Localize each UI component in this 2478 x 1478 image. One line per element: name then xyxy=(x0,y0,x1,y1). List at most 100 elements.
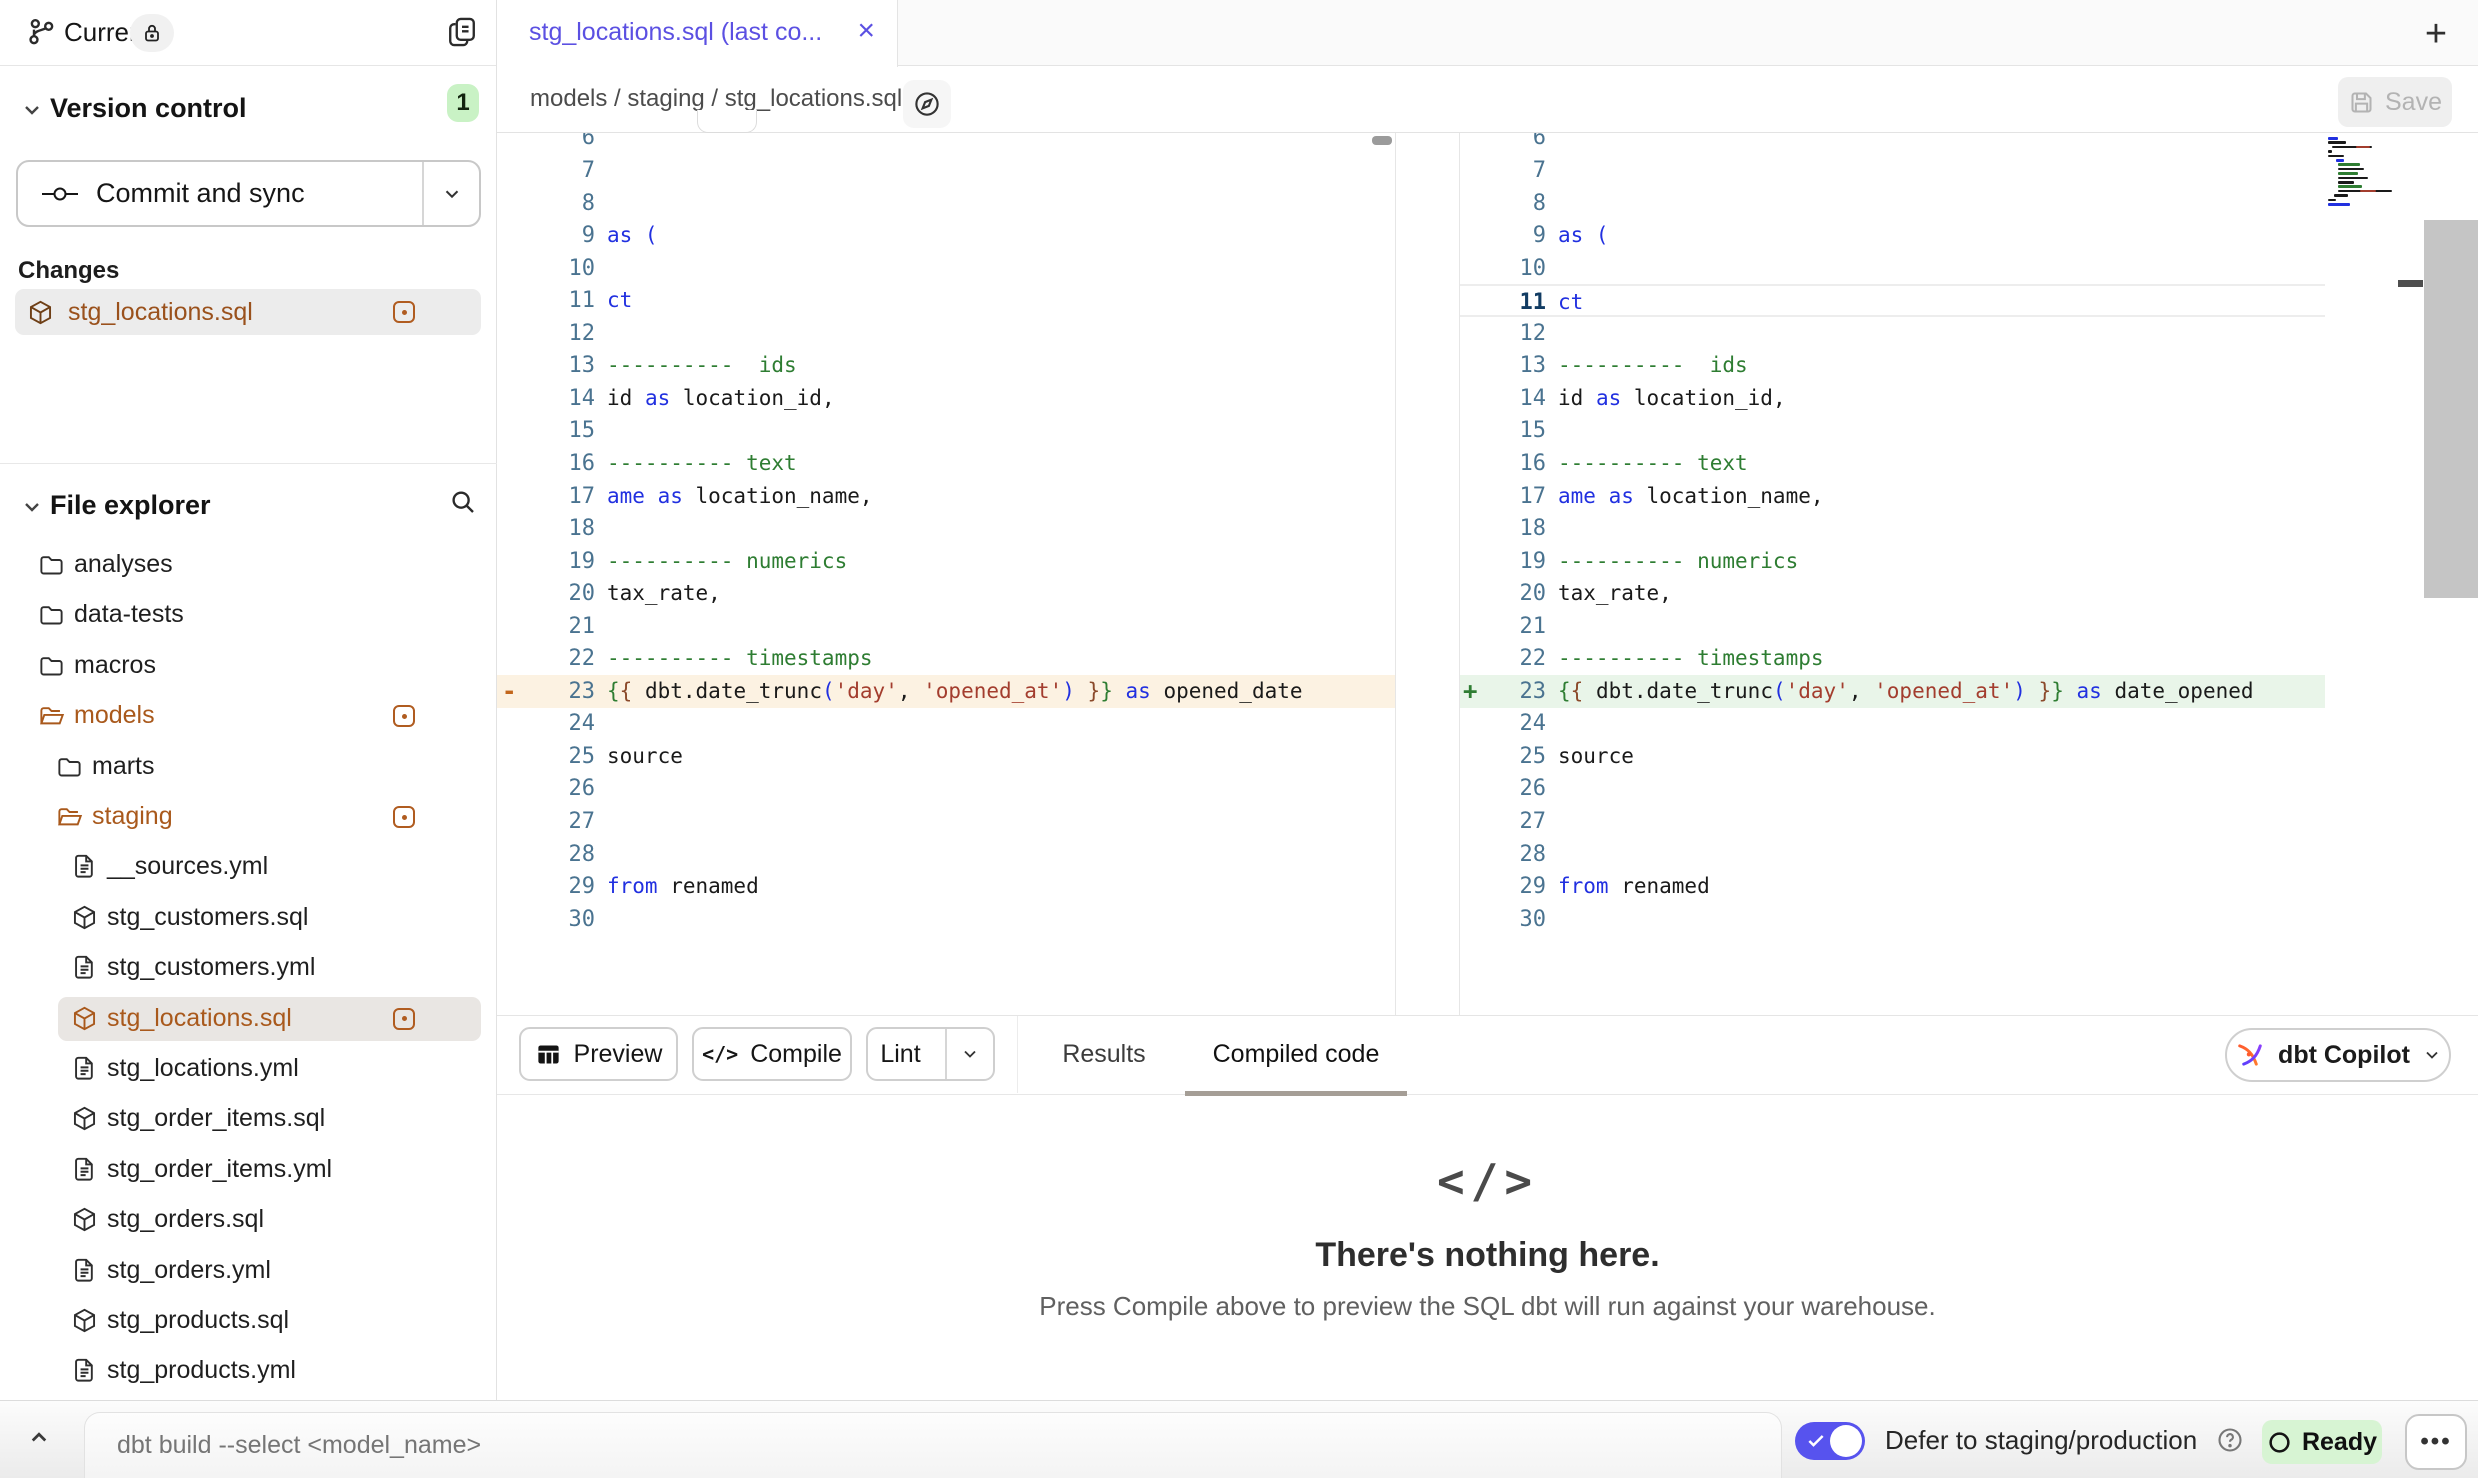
code-line-22[interactable]: 22---------- timestamps xyxy=(497,642,1395,675)
code-line-13[interactable]: 13---------- ids xyxy=(497,349,1395,382)
code-line-28[interactable]: 28 xyxy=(497,838,1395,871)
tab-stg-locations[interactable]: stg_locations.sql (last co... × xyxy=(497,0,898,67)
file-tree-item-stg_customers.sql[interactable]: stg_customers.sql xyxy=(0,893,497,943)
diff-pane-modified[interactable]: 6789as (1011ct1213---------- ids14id as … xyxy=(1459,133,2325,1015)
file-tree-item-stg_orders.sql[interactable]: stg_orders.sql xyxy=(0,1195,497,1245)
code-line-8[interactable]: 8 xyxy=(497,187,1395,220)
code-line-11[interactable]: 11ct xyxy=(1460,284,2325,317)
lint-button[interactable]: Lint xyxy=(866,1027,995,1081)
preview-button[interactable]: Preview xyxy=(519,1027,678,1081)
file-tree-item-stg_locations.sql[interactable]: stg_locations.sql xyxy=(0,994,497,1044)
file-tree-item-stg_products.yml[interactable]: stg_products.yml xyxy=(0,1346,497,1396)
ide-status-badge[interactable]: Ready xyxy=(2262,1420,2382,1464)
file-tree-item-stg_order_items.sql[interactable]: stg_order_items.sql xyxy=(0,1094,497,1144)
code-line-15[interactable]: 15 xyxy=(497,414,1395,447)
editor-drag-handle[interactable] xyxy=(697,110,757,133)
code-line-26[interactable]: 26 xyxy=(1460,772,2325,805)
chevron-down-icon[interactable] xyxy=(20,98,44,122)
code-line-25[interactable]: 25source xyxy=(1460,740,2325,773)
copy-documents-icon[interactable] xyxy=(445,15,479,49)
code-line-9[interactable]: 9as ( xyxy=(1460,219,2325,252)
file-tree-item-__sources.yml[interactable]: __sources.yml xyxy=(0,842,497,892)
editor-scrollbar-thumb[interactable] xyxy=(2424,220,2478,598)
code-line-11[interactable]: 11ct xyxy=(497,284,1395,317)
commit-options-dropdown[interactable] xyxy=(422,162,479,225)
pane-scrollbar-thumb[interactable] xyxy=(2398,280,2423,287)
code-line-24[interactable]: 24 xyxy=(1460,707,2325,740)
code-line-23[interactable]: -23{{ dbt.date_trunc('day', 'opened_at')… xyxy=(497,675,1395,708)
file-tree-item-stg_products.sql[interactable]: stg_products.sql xyxy=(0,1296,497,1346)
code-diff-editor[interactable]: 6789as (1011ct1213---------- ids14id as … xyxy=(497,133,2478,1015)
file-tree-item-macros[interactable]: macros xyxy=(0,641,497,691)
file-tree-item-stg_customers.yml[interactable]: stg_customers.yml xyxy=(0,943,497,993)
code-line-15[interactable]: 15 xyxy=(1460,414,2325,447)
code-line-27[interactable]: 27 xyxy=(497,805,1395,838)
code-line-10[interactable]: 10 xyxy=(497,252,1395,285)
file-explorer-title[interactable]: File explorer xyxy=(50,490,211,521)
defer-toggle[interactable] xyxy=(1795,1422,1865,1460)
code-line-18[interactable]: 18 xyxy=(1460,512,2325,545)
code-line-22[interactable]: 22---------- timestamps xyxy=(1460,642,2325,675)
close-icon[interactable]: × xyxy=(857,14,875,48)
code-line-20[interactable]: 20tax_rate, xyxy=(497,577,1395,610)
code-line-21[interactable]: 21 xyxy=(1460,610,2325,643)
compile-button[interactable]: </> Compile xyxy=(692,1027,852,1081)
code-line-14[interactable]: 14id as location_id, xyxy=(1460,382,2325,415)
code-line-6[interactable]: 6 xyxy=(497,133,1395,154)
tab-compiled-code[interactable]: Compiled code xyxy=(1185,1016,1407,1093)
file-tree-item-stg_orders.yml[interactable]: stg_orders.yml xyxy=(0,1246,497,1296)
code-line-29[interactable]: 29from renamed xyxy=(497,870,1395,903)
minimap[interactable] xyxy=(2328,137,2400,217)
help-icon[interactable] xyxy=(2216,1426,2244,1454)
commit-and-sync-button[interactable]: Commit and sync xyxy=(16,160,481,227)
file-tree-item-marts[interactable]: marts xyxy=(0,742,497,792)
file-tree-item-stg_locations.yml[interactable]: stg_locations.yml xyxy=(0,1044,497,1094)
save-button[interactable]: Save xyxy=(2338,77,2452,127)
code-line-7[interactable]: 7 xyxy=(1460,154,2325,187)
code-line-16[interactable]: 16---------- text xyxy=(497,447,1395,480)
dbt-copilot-button[interactable]: dbt Copilot xyxy=(2225,1028,2451,1082)
file-tree-item-staging[interactable]: staging xyxy=(0,792,497,842)
new-tab-button[interactable]: + xyxy=(2414,12,2458,56)
code-line-26[interactable]: 26 xyxy=(497,772,1395,805)
code-line-9[interactable]: 9as ( xyxy=(497,219,1395,252)
code-line-16[interactable]: 16---------- text xyxy=(1460,447,2325,480)
code-line-19[interactable]: 19---------- numerics xyxy=(497,545,1395,578)
file-tree-item-stg_order_items.yml[interactable]: stg_order_items.yml xyxy=(0,1145,497,1195)
code-line-6[interactable]: 6 xyxy=(1460,133,2325,154)
command-input[interactable] xyxy=(84,1412,1782,1478)
code-line-12[interactable]: 12 xyxy=(497,317,1395,350)
tab-results[interactable]: Results xyxy=(1044,1016,1164,1093)
code-line-12[interactable]: 12 xyxy=(1460,317,2325,350)
lint-options-dropdown[interactable] xyxy=(945,1029,993,1079)
lineage-compass-icon[interactable] xyxy=(903,80,951,128)
more-options-button[interactable]: ••• xyxy=(2405,1414,2467,1470)
code-line-21[interactable]: 21 xyxy=(497,610,1395,643)
code-line-13[interactable]: 13---------- ids xyxy=(1460,349,2325,382)
file-tree-item-data-tests[interactable]: data-tests xyxy=(0,590,497,640)
code-line-18[interactable]: 18 xyxy=(497,512,1395,545)
code-line-8[interactable]: 8 xyxy=(1460,187,2325,220)
code-line-20[interactable]: 20tax_rate, xyxy=(1460,577,2325,610)
search-icon[interactable] xyxy=(448,487,478,517)
code-line-19[interactable]: 19---------- numerics xyxy=(1460,545,2325,578)
chevron-up-icon[interactable] xyxy=(24,1423,54,1453)
chevron-down-icon[interactable] xyxy=(20,495,44,519)
code-line-14[interactable]: 14id as location_id, xyxy=(497,382,1395,415)
code-line-29[interactable]: 29from renamed xyxy=(1460,870,2325,903)
version-control-title[interactable]: Version control xyxy=(50,93,247,124)
code-line-7[interactable]: 7 xyxy=(497,154,1395,187)
changed-file-row[interactable]: stg_locations.sql xyxy=(15,289,481,335)
code-line-28[interactable]: 28 xyxy=(1460,838,2325,871)
code-line-27[interactable]: 27 xyxy=(1460,805,2325,838)
code-line-23[interactable]: +23{{ dbt.date_trunc('day', 'opened_at')… xyxy=(1460,675,2325,708)
file-tree-item-analyses[interactable]: analyses xyxy=(0,540,497,590)
code-line-30[interactable]: 30 xyxy=(1460,903,2325,936)
file-tree-item-models[interactable]: models xyxy=(0,691,497,741)
diff-pane-original[interactable]: 6789as (1011ct1213---------- ids14id as … xyxy=(497,133,1396,1015)
code-line-17[interactable]: 17ame as location_name, xyxy=(497,480,1395,513)
code-line-10[interactable]: 10 xyxy=(1460,252,2325,285)
code-line-24[interactable]: 24 xyxy=(497,707,1395,740)
code-line-30[interactable]: 30 xyxy=(497,903,1395,936)
code-line-25[interactable]: 25source xyxy=(497,740,1395,773)
